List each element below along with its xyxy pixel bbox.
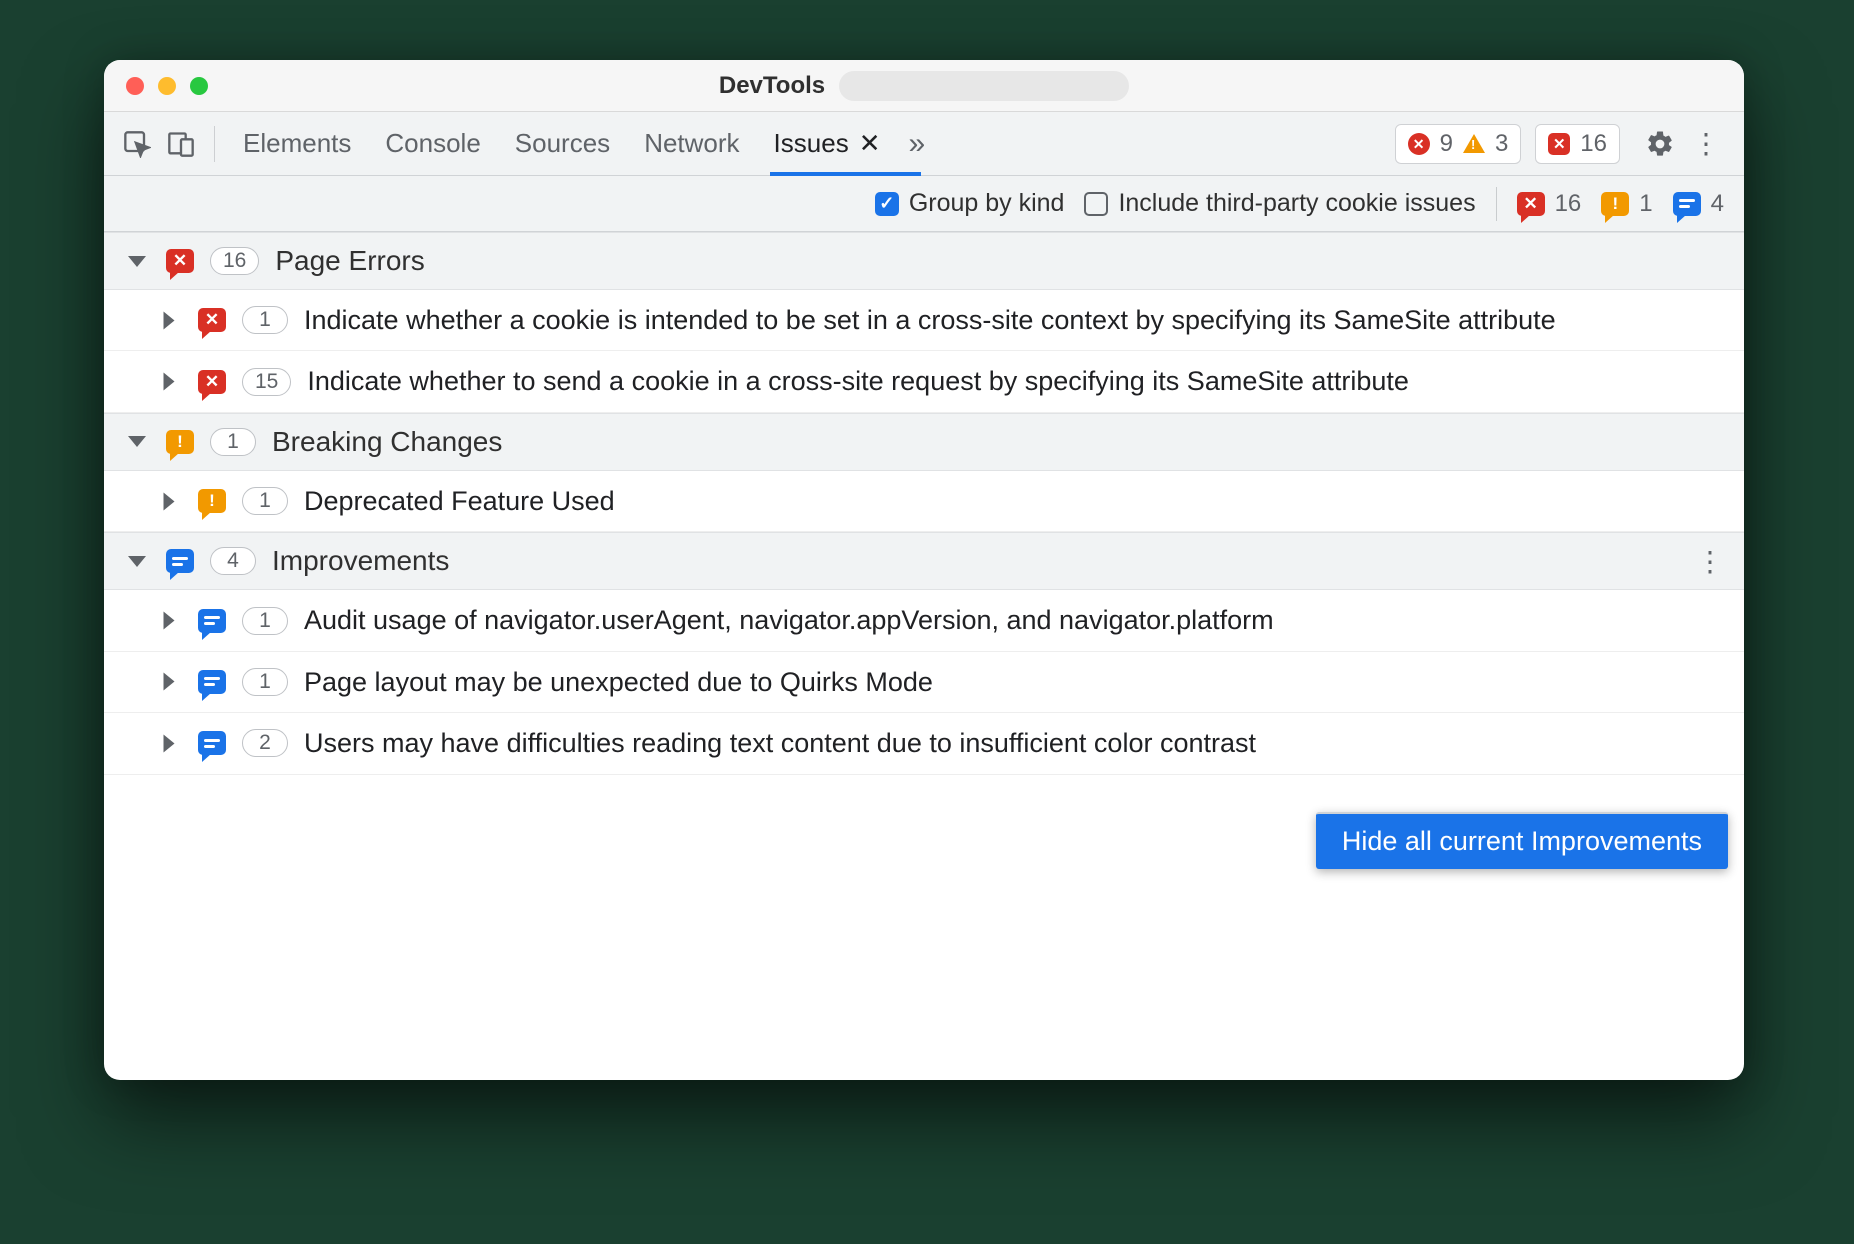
error-bubble-icon <box>198 308 226 332</box>
more-options-icon[interactable]: ⋮ <box>1686 124 1726 164</box>
error-count: 16 <box>1580 130 1607 158</box>
issue-row[interactable]: 1 Page layout may be unexpected due to Q… <box>104 652 1744 713</box>
disclosure-triangle-icon <box>164 734 175 752</box>
tab-issues-label: Issues <box>774 128 849 159</box>
context-menu-label: Hide all current Improvements <box>1342 826 1702 856</box>
traffic-lights <box>126 77 208 95</box>
window-title: DevTools <box>719 72 825 100</box>
error-icon: ✕ <box>1548 133 1570 155</box>
console-status-badge-1[interactable]: 9 3 <box>1395 124 1522 164</box>
disclosure-triangle-icon <box>164 612 175 630</box>
group-by-kind-label: Group by kind <box>909 189 1065 218</box>
third-party-checkbox[interactable]: Include third-party cookie issues <box>1084 189 1475 218</box>
error-bubble-icon <box>1517 192 1545 216</box>
warning-icon <box>1463 134 1485 153</box>
disclosure-triangle-icon <box>128 556 146 567</box>
info-bubble-icon <box>198 670 226 694</box>
issue-text: Indicate whether a cookie is intended to… <box>304 302 1720 338</box>
issue-text: Users may have difficulties reading text… <box>304 725 1720 761</box>
group-by-kind-checkbox[interactable]: Group by kind <box>875 189 1065 218</box>
issue-row[interactable]: 15 Indicate whether to send a cookie in … <box>104 351 1744 412</box>
issues-list: 16 Page Errors 1 Indicate whether a cook… <box>104 232 1744 1080</box>
info-bubble-icon <box>1673 192 1701 216</box>
issue-text: Indicate whether to send a cookie in a c… <box>307 363 1720 399</box>
issue-row[interactable]: 1 Deprecated Feature Used <box>104 471 1744 532</box>
inspect-element-icon[interactable] <box>122 129 152 159</box>
window-subtitle-pill <box>839 71 1129 101</box>
disclosure-triangle-icon <box>164 373 175 391</box>
issue-count: 1 <box>242 668 288 696</box>
info-bubble-icon <box>166 549 194 573</box>
issue-text: Deprecated Feature Used <box>304 483 1720 519</box>
checkbox-icon <box>875 192 899 216</box>
settings-icon[interactable] <box>1640 124 1680 164</box>
issue-text: Audit usage of navigator.userAgent, navi… <box>304 602 1720 638</box>
group-header-page-errors[interactable]: 16 Page Errors <box>104 232 1744 290</box>
filter-warnings[interactable]: 1 <box>1601 190 1652 218</box>
group-title: Improvements <box>272 545 449 577</box>
group-title: Breaking Changes <box>272 426 502 458</box>
more-tabs-icon[interactable]: » <box>909 127 926 161</box>
group-title: Page Errors <box>275 245 424 277</box>
group-header-improvements[interactable]: 4 Improvements ⋮ <box>104 532 1744 590</box>
issues-filter-bar: Group by kind Include third-party cookie… <box>104 176 1744 232</box>
group-count: 4 <box>210 547 256 575</box>
zoom-window-button[interactable] <box>190 77 208 95</box>
disclosure-triangle-icon <box>128 436 146 447</box>
warning-bubble-icon <box>1601 192 1629 216</box>
filter-errors[interactable]: 16 <box>1517 190 1582 218</box>
issue-count: 1 <box>242 607 288 635</box>
warning-bubble-icon <box>166 430 194 454</box>
devtools-window: DevTools Elements Console Sources Networ… <box>104 60 1744 1080</box>
error-icon <box>1408 133 1430 155</box>
console-status-badge-2[interactable]: ✕ 16 <box>1535 124 1620 164</box>
checkbox-icon <box>1084 192 1108 216</box>
tab-close-icon[interactable]: ✕ <box>859 128 881 159</box>
issue-row[interactable]: 1 Indicate whether a cookie is intended … <box>104 290 1744 351</box>
separator <box>1496 187 1497 221</box>
info-bubble-icon <box>198 609 226 633</box>
group-header-breaking-changes[interactable]: 1 Breaking Changes <box>104 413 1744 471</box>
disclosure-triangle-icon <box>128 256 146 267</box>
warning-bubble-icon <box>198 489 226 513</box>
panel-tabs: Elements Console Sources Network Issues … <box>243 112 881 175</box>
group-more-options-icon[interactable]: ⋮ <box>1696 556 1724 567</box>
error-bubble-icon <box>198 370 226 394</box>
filter-info[interactable]: 4 <box>1673 190 1724 218</box>
disclosure-triangle-icon <box>164 311 175 329</box>
issue-text: Page layout may be unexpected due to Qui… <box>304 664 1720 700</box>
tab-console[interactable]: Console <box>385 112 480 175</box>
issue-row[interactable]: 1 Audit usage of navigator.userAgent, na… <box>104 590 1744 651</box>
minimize-window-button[interactable] <box>158 77 176 95</box>
issue-count: 1 <box>242 306 288 334</box>
device-toggle-icon[interactable] <box>166 129 196 159</box>
disclosure-triangle-icon <box>164 673 175 691</box>
issue-row[interactable]: 2 Users may have difficulties reading te… <box>104 713 1744 774</box>
disclosure-triangle-icon <box>164 492 175 510</box>
group-count: 1 <box>210 428 256 456</box>
group-count: 16 <box>210 247 259 275</box>
titlebar: DevTools <box>104 60 1744 112</box>
error-count: 9 <box>1440 130 1453 158</box>
tab-sources[interactable]: Sources <box>515 112 610 175</box>
close-window-button[interactable] <box>126 77 144 95</box>
context-menu-hide-improvements[interactable]: Hide all current Improvements <box>1316 812 1728 869</box>
issue-count: 2 <box>242 729 288 757</box>
issue-count: 1 <box>242 487 288 515</box>
third-party-label: Include third-party cookie issues <box>1118 189 1475 218</box>
tab-network[interactable]: Network <box>644 112 739 175</box>
tab-issues[interactable]: Issues ✕ <box>774 112 881 175</box>
main-toolbar: Elements Console Sources Network Issues … <box>104 112 1744 176</box>
info-bubble-icon <box>198 731 226 755</box>
error-bubble-icon <box>166 249 194 273</box>
issue-count: 15 <box>242 368 291 396</box>
warning-count: 3 <box>1495 130 1508 158</box>
toolbar-separator <box>214 126 215 162</box>
tab-elements[interactable]: Elements <box>243 112 351 175</box>
